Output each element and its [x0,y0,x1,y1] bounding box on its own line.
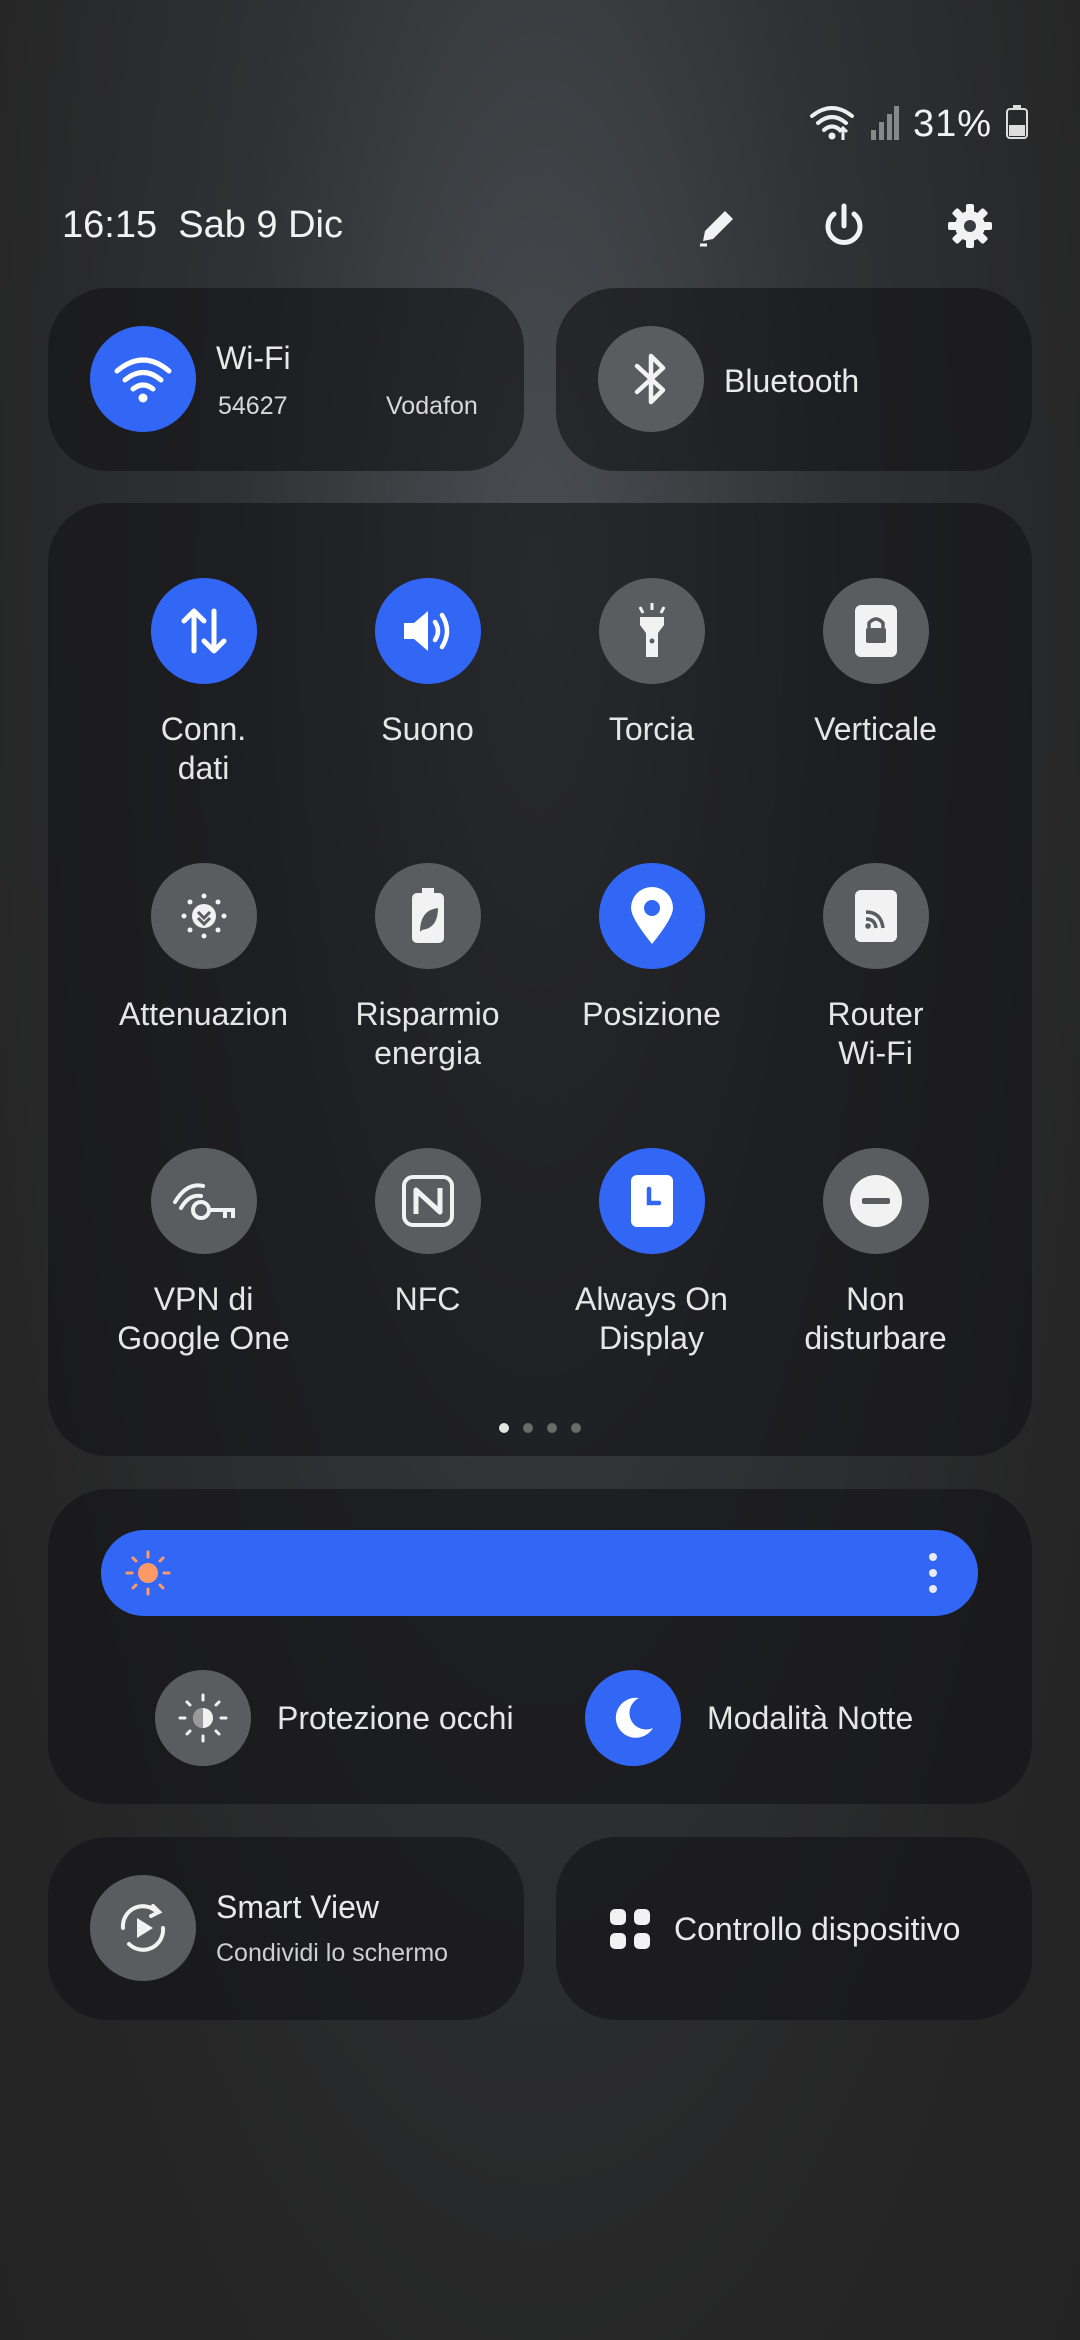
tile-nfc[interactable]: NFC [315,1148,540,1319]
smart-view-title: Smart View [216,1889,380,1925]
moon-icon [585,1670,681,1766]
hotspot-icon [822,863,929,969]
tile-mobile-data[interactable]: Conn. dati [91,578,316,788]
dim-sun-icon [150,863,257,969]
device-control-label: Controllo dispositivo [674,1911,961,1947]
aod-clock-icon [598,1148,705,1254]
header-datetime[interactable]: 16:15 Sab 9 Dic [62,204,343,247]
tile-always-on-display[interactable]: Always On Display [539,1148,764,1358]
smart-view-subtitle: Condividi lo schermo [216,1939,449,1967]
page-dot[interactable] [523,1423,533,1433]
tile-label: VPN di Google One [117,1281,290,1356]
power-icon[interactable] [814,196,874,256]
edit-icon[interactable] [688,196,748,256]
wifi-signal-icon [809,102,855,147]
tile-do-not-disturb[interactable]: Non disturbare [763,1148,988,1358]
tile-power-saving[interactable]: Risparmio energia [315,863,540,1073]
tile-label: Posizione [582,996,721,1032]
tile-hotspot[interactable]: Router Wi-Fi [763,863,988,1073]
device-control-grid-icon [608,1907,652,1956]
cellular-signal-icon [869,104,899,145]
bluetooth-title: Bluetooth [724,363,860,399]
battery-leaf-icon [374,863,481,969]
tile-label: Verticale [814,711,937,747]
smart-view-card[interactable]: Smart View Condividi lo schermo [48,1837,524,2020]
brightness-slider[interactable] [101,1530,978,1616]
bluetooth-icon[interactable] [598,326,704,432]
wifi-icon[interactable] [90,326,196,432]
brightness-sun-icon [125,1550,171,1601]
nfc-icon [374,1148,481,1254]
data-arrows-icon [150,578,257,684]
battery-icon [1006,105,1028,144]
status-bar: 31% [809,102,1028,147]
tile-label: Non disturbare [804,1281,947,1356]
tile-location[interactable]: Posizione [539,863,764,1034]
night-mode-label: Modalità Notte [707,1699,914,1736]
tile-flashlight[interactable]: Torcia [539,578,764,749]
tile-label: Router Wi-Fi [827,996,924,1071]
smart-view-icon [90,1875,196,1981]
date: Sab 9 Dic [178,204,343,246]
page-dot[interactable] [571,1423,581,1433]
page-dot[interactable] [499,1423,509,1433]
tile-label: Suono [381,711,474,747]
wifi-ssid: 54627 [218,392,288,420]
tile-label: Conn. dati [160,711,247,786]
wifi-network-name: Vodafon [386,392,478,420]
tile-portrait-lock[interactable]: Verticale [763,578,988,749]
battery-percent: 31% [912,103,992,145]
wifi-card[interactable]: Wi-Fi 54627 Vodafon [48,288,524,471]
wifi-title: Wi-Fi [216,340,291,376]
speaker-icon [374,578,481,684]
device-control-card[interactable]: Controllo dispositivo [556,1837,1032,2020]
eye-protection-label: Protezione occhi [277,1699,514,1736]
eye-comfort-icon [155,1670,251,1766]
page-dot[interactable] [547,1423,557,1433]
bluetooth-card[interactable]: Bluetooth [556,288,1032,471]
tile-extra-dim[interactable]: Attenuazion [91,863,316,1034]
clock: 16:15 [62,204,158,246]
eye-protection-toggle[interactable]: Protezione occhi [155,1670,514,1766]
tile-label: Attenuazion [118,996,288,1032]
page-indicator[interactable] [490,1420,590,1438]
do-not-disturb-icon [822,1148,929,1254]
tile-label: Risparmio energia [355,996,500,1071]
brightness-more-icon[interactable] [928,1552,938,1599]
tile-vpn[interactable]: VPN di Google One [91,1148,316,1358]
flashlight-icon [598,578,705,684]
tile-sound[interactable]: Suono [315,578,540,749]
settings-gear-icon[interactable] [940,196,1000,256]
tile-label: Always On Display [575,1281,728,1356]
night-mode-toggle[interactable]: Modalità Notte [585,1670,913,1766]
tile-label: Torcia [608,711,695,747]
location-pin-icon [598,863,705,969]
portrait-lock-icon [822,578,929,684]
tile-label: NFC [394,1281,461,1317]
vpn-key-icon [150,1148,257,1254]
